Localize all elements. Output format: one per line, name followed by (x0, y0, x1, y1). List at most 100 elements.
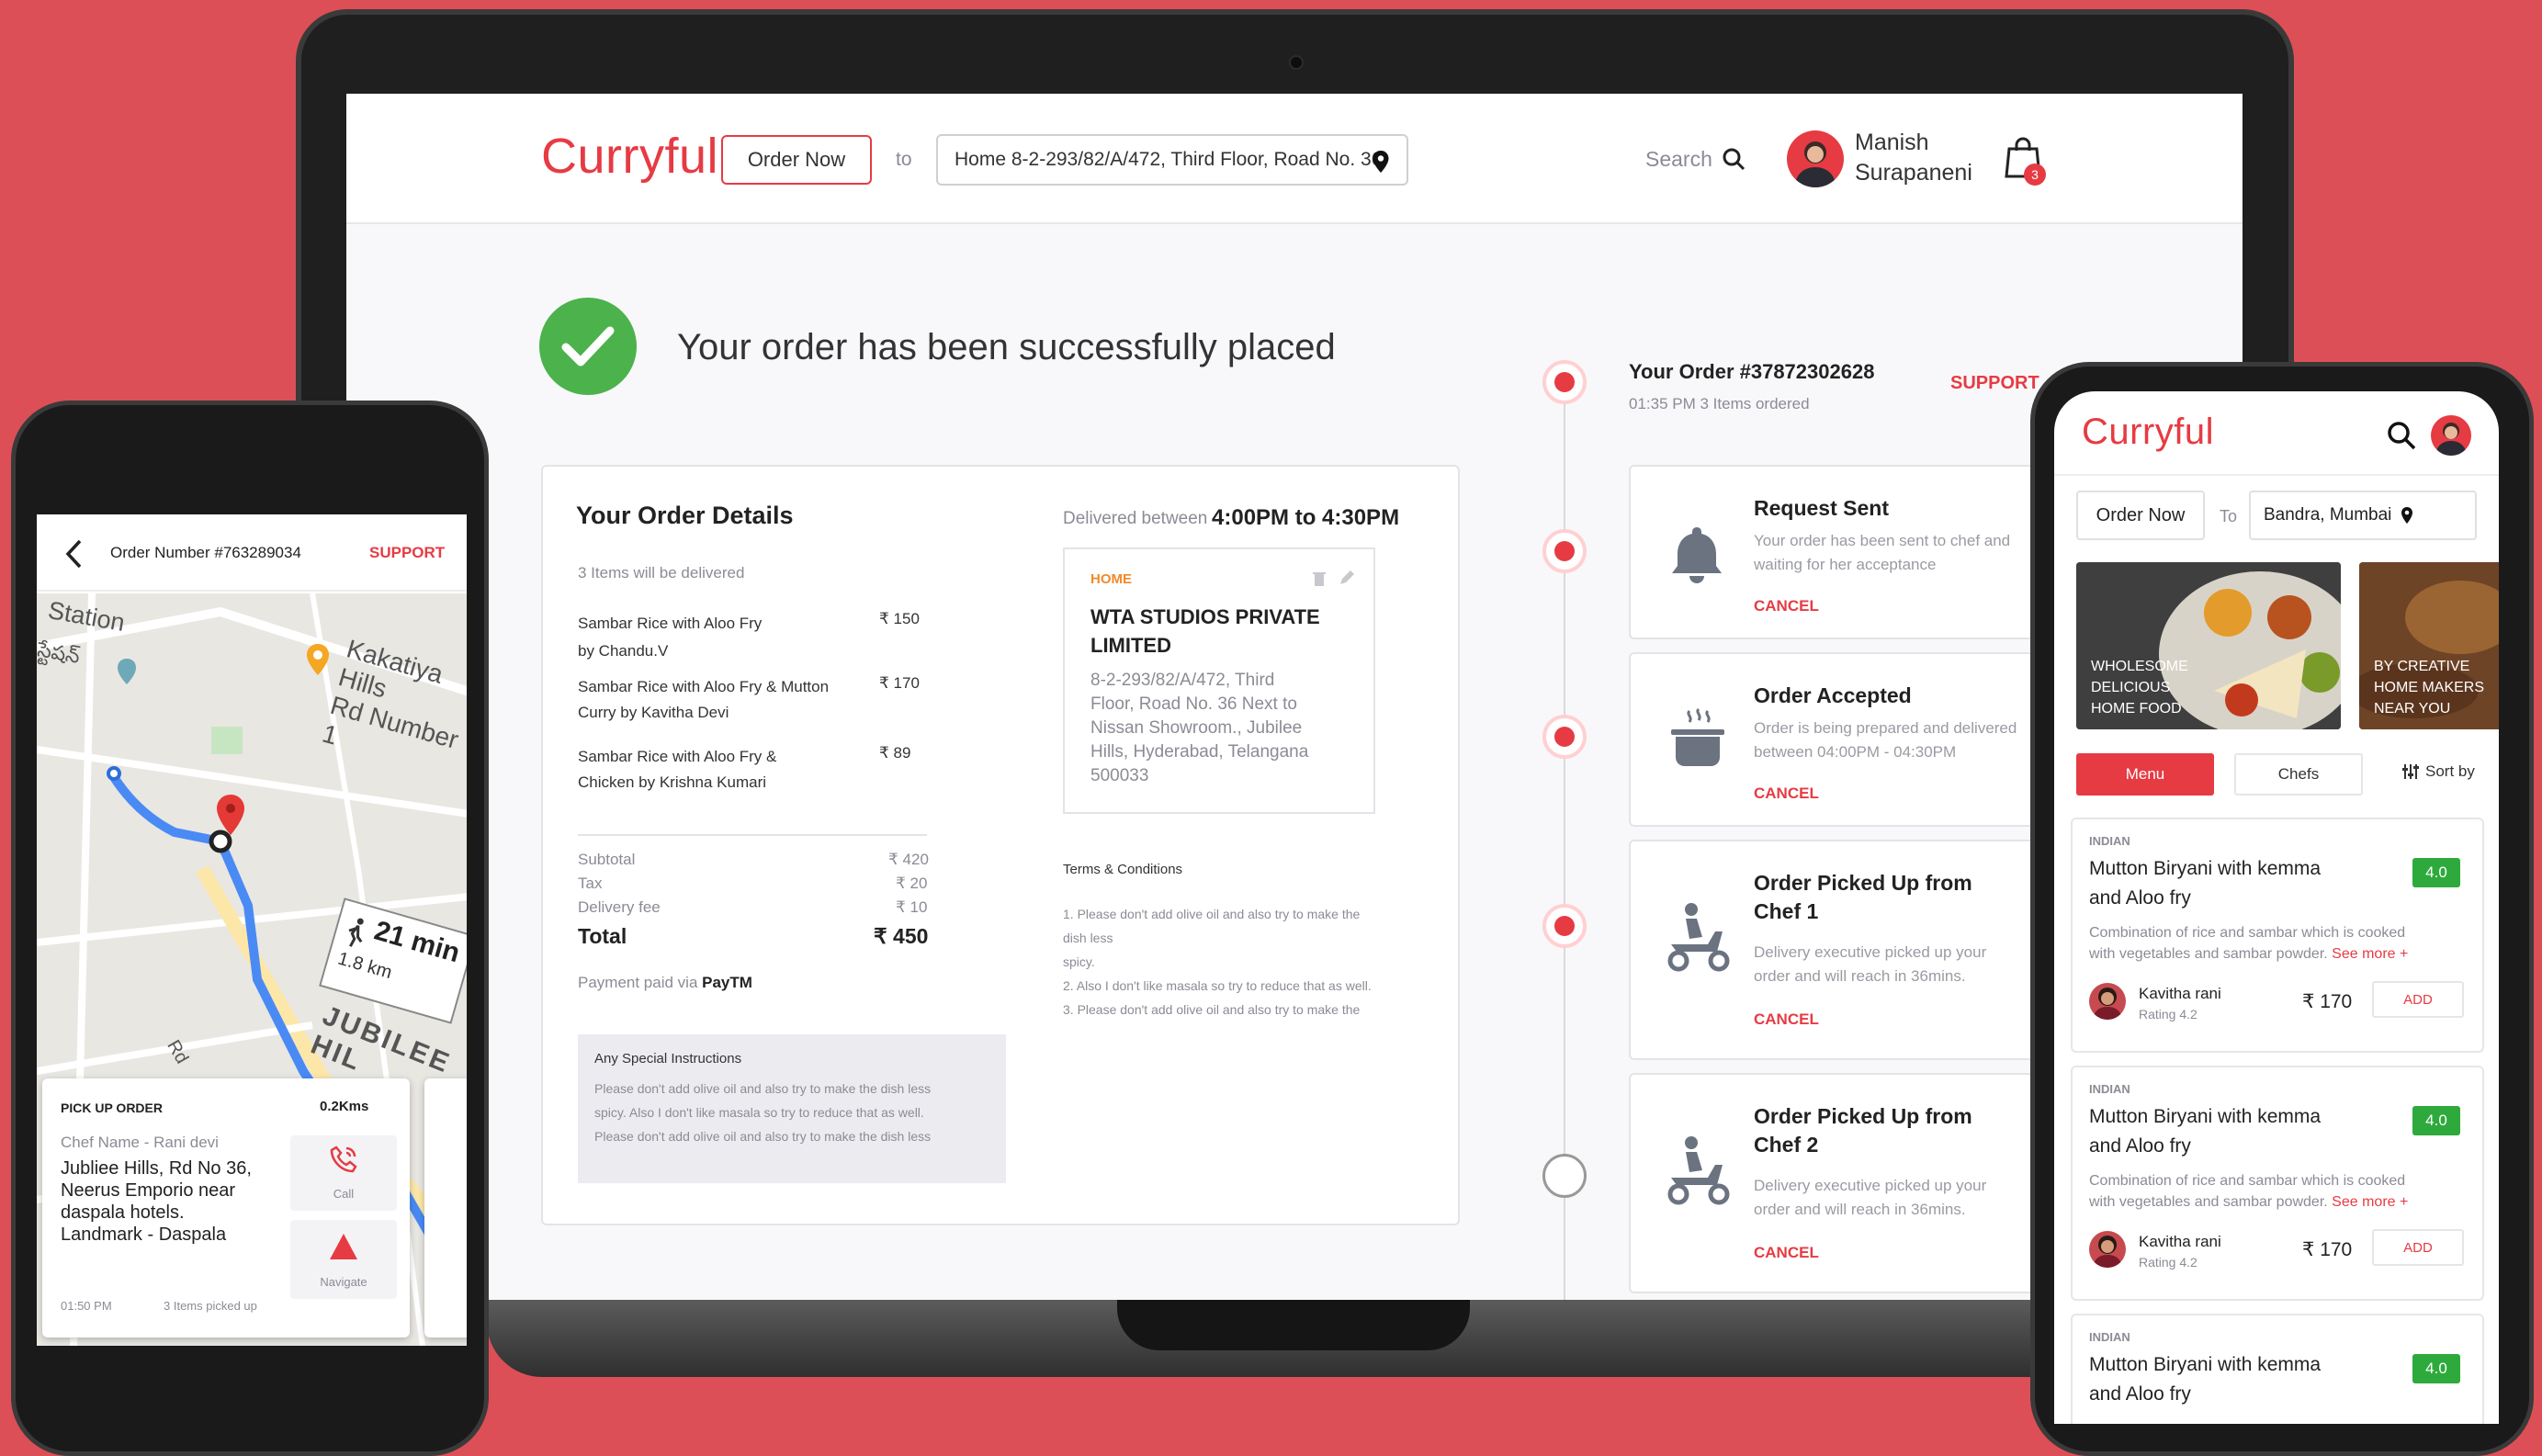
promo-banner[interactable]: WHOLESOME DELICIOUS HOME FOOD (2076, 562, 2341, 729)
dish-price: ₹ 170 (2302, 991, 2353, 1012)
laptop-notch (1117, 1299, 1470, 1350)
support-link[interactable]: SUPPORT (1950, 373, 2039, 394)
chef-avatar-icon (2093, 1236, 2122, 1268)
pickup-order-card[interactable]: PICK UP ORDER 0.2Kms Chef Name - Rani de… (42, 1078, 410, 1337)
banner-line: HOME FOOD (2091, 701, 2182, 717)
rating-badge: 4.0 (2412, 1106, 2460, 1135)
search-icon[interactable] (2387, 421, 2416, 450)
tab-menu[interactable]: Menu (2076, 753, 2214, 796)
location-field[interactable]: Bandra, Mumbai (2249, 491, 2477, 540)
next-pickup-card[interactable] (424, 1078, 467, 1337)
step-description-line: between 04:00PM - 04:30PM (1754, 743, 1957, 761)
step-description-line: order and will reach in 36mins. (1754, 967, 1966, 985)
add-button[interactable]: ADD (2372, 1229, 2464, 1266)
step-title-line: Chef 1 (1754, 899, 1819, 923)
phone-call-icon (330, 1146, 357, 1173)
user-avatar-icon (1794, 141, 1836, 187)
left-phone-header: Order Number #763289034 SUPPORT (37, 514, 467, 592)
user-avatar[interactable] (2431, 415, 2471, 456)
brand-logo[interactable]: Curryful (541, 128, 718, 185)
tab-chefs[interactable]: Chefs (2234, 753, 2363, 796)
navigate-button[interactable]: Navigate (290, 1220, 397, 1299)
cancel-button[interactable]: CANCEL (1754, 1010, 1819, 1029)
cancel-button[interactable]: CANCEL (1754, 784, 1819, 803)
pickup-time: 01:50 PM (61, 1299, 112, 1313)
navigate-arrow-icon (330, 1234, 357, 1259)
delivery-address-field[interactable]: Home 8-2-293/82/A/472, Third Floor, Road… (936, 134, 1408, 186)
step-description-line: Your order has been sent to chef and (1754, 532, 2011, 549)
chef-rating: Rating 4.2 (2139, 1255, 2197, 1270)
promo-banner[interactable]: BY CREATIVE HOME MAKERS NEAR YOU (2359, 562, 2499, 729)
chef-avatar-icon (2093, 988, 2122, 1020)
pickup-title: PICK UP ORDER (61, 1100, 163, 1115)
pickup-address: Jubliee Hills, Rd No 36, Neerus Emporio … (61, 1157, 252, 1246)
address-name: WTA STUDIOS PRIVATE LIMITED (1090, 603, 1320, 660)
add-button[interactable]: ADD (2372, 981, 2464, 1018)
description-line: Combination of rice and sambar which is … (2089, 1173, 2406, 1189)
address-line: Hills, Hyderabad, Telangana (1090, 742, 1309, 762)
menu-item-card[interactable]: INDIAN Mutton Biryani with kemma and Alo… (2071, 1314, 2484, 1424)
right-phone-screen: Curryful Order Now To Bandra, Mumbai WHO… (2054, 391, 2499, 1424)
cuisine-label: INDIAN (2089, 1082, 2130, 1096)
terms-line: 2. Also I don't like masala so try to re… (1063, 978, 1372, 993)
user-name[interactable]: Manish Surapaneni (1855, 128, 1972, 188)
place-marker-icon (307, 644, 329, 675)
laptop-camera (1289, 55, 1304, 70)
dish-price: ₹ 170 (2302, 1239, 2353, 1260)
menu-item-card[interactable]: INDIAN Mutton Biryani with kemma and Alo… (2071, 1066, 2484, 1301)
address-line: Landmark - Daspala (61, 1225, 227, 1245)
address-line: Floor, Road No. 36 Next to (1090, 694, 1297, 714)
cancel-button[interactable]: CANCEL (1754, 1244, 1819, 1262)
dish-name: Mutton Biryani with kemma and Aloo fry (2089, 1102, 2321, 1161)
step-description: Order is being prepared and delivered be… (1754, 717, 2017, 764)
chef-avatar (2089, 983, 2126, 1020)
scooter-icon (1667, 903, 1730, 972)
sort-by-button[interactable]: Sort by (2401, 762, 2475, 781)
address-lines: 8-2-293/82/A/472, Third Floor, Road No. … (1090, 669, 1308, 788)
item-chef: by Chandu.V (578, 642, 669, 660)
order-item: Sambar Rice with Aloo Fry by Chandu.V (578, 610, 762, 665)
dish-name-line: and Aloo fry (2089, 1135, 2191, 1157)
left-phone-screen: Order Number #763289034 SUPPORT Station … (37, 514, 467, 1346)
user-avatar[interactable] (1787, 130, 1844, 187)
brand-logo[interactable]: Curryful (2082, 412, 2214, 453)
chef-name: Kavitha rani (2139, 985, 2221, 1002)
cooking-pot-icon (1671, 707, 1724, 766)
search-label[interactable]: Search (1645, 147, 1712, 172)
banner-line: NEAR YOU (2374, 701, 2451, 717)
search-icon[interactable] (1722, 147, 1746, 171)
back-arrow-icon[interactable] (64, 538, 83, 570)
item-price: ₹ 150 (879, 610, 920, 627)
dish-name-line: and Aloo fry (2089, 1383, 2191, 1405)
laptop-screen: Curryful Order Now to Home 8-2-293/82/A/… (346, 94, 2243, 1300)
location-text: Bandra, Mumbai (2264, 505, 2392, 525)
order-item: Sambar Rice with Aloo Fry & Chicken by K… (578, 744, 776, 796)
call-label: Call (333, 1187, 355, 1201)
step-title-line: Order Picked Up from (1754, 871, 1972, 895)
call-button[interactable]: Call (290, 1135, 397, 1211)
address-name-line: WTA STUDIOS PRIVATE (1090, 605, 1320, 628)
address-line: Jubliee Hills, Rd No 36, (61, 1158, 252, 1179)
menu-item-card[interactable]: INDIAN Mutton Biryani with kemma and Alo… (2071, 818, 2484, 1053)
edit-icon[interactable] (1339, 570, 1355, 586)
success-check-icon (539, 298, 637, 395)
dish-name: Mutton Biryani with kemma and Aloo fry (2089, 1350, 2321, 1409)
order-item: Sambar Rice with Aloo Fry & Mutton Curry… (578, 674, 829, 726)
address-text: Home 8-2-293/82/A/472, Third Floor, Road… (955, 149, 1383, 170)
location-pin-icon (1373, 151, 1389, 173)
delete-icon[interactable] (1313, 571, 1326, 586)
order-details-card: Your Order Details Delivered between 4:0… (541, 465, 1460, 1225)
order-now-button[interactable]: Order Now (2076, 491, 2205, 540)
support-link[interactable]: SUPPORT (369, 544, 445, 562)
rating-badge: 4.0 (2412, 858, 2460, 887)
user-last-name: Surapaneni (1855, 160, 1972, 186)
order-now-button[interactable]: Order Now (721, 135, 872, 185)
delivery-address-card: HOME WTA STUDIOS PRIVATE LIMITED 8-2-293… (1063, 547, 1375, 814)
address-line: daspala hotels. (61, 1202, 185, 1223)
step-description: Delivery executive picked up your order … (1754, 1174, 1986, 1222)
cancel-button[interactable]: CANCEL (1754, 597, 1819, 615)
see-more-link[interactable]: See more + (2332, 1194, 2408, 1210)
see-more-link[interactable]: See more + (2332, 946, 2408, 962)
map-view[interactable]: Station స్టేషన్ Kakatiya Hills Rd Number… (37, 593, 467, 1346)
to-label: to (896, 149, 912, 170)
